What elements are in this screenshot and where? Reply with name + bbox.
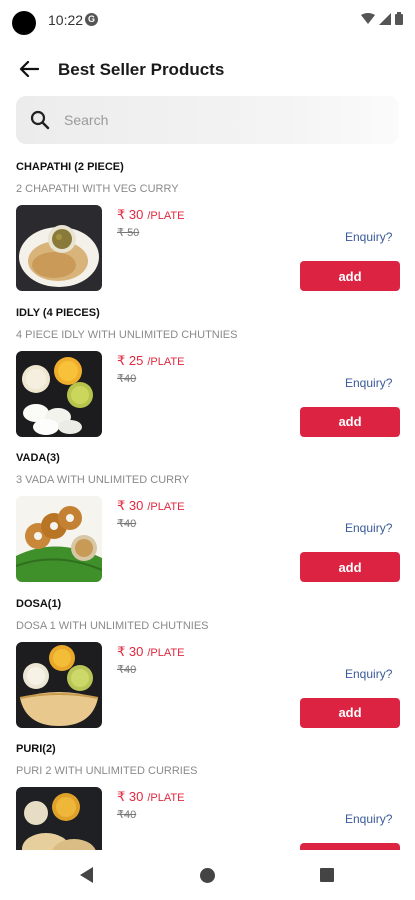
search-bar[interactable] bbox=[16, 96, 399, 144]
price-value: 30 bbox=[128, 789, 144, 804]
old-price: ₹ 50 bbox=[117, 227, 140, 239]
price: ₹ 30/PLATE bbox=[117, 498, 185, 513]
navigation-bar bbox=[0, 850, 415, 900]
price-unit: /PLATE bbox=[147, 792, 185, 804]
product-name: VADA(3) bbox=[16, 452, 60, 464]
enquiry-link[interactable]: Enquiry? bbox=[345, 521, 392, 535]
search-icon bbox=[30, 110, 50, 130]
product-image[interactable] bbox=[16, 787, 102, 850]
product-item: VADA(3) 3 VADA WITH UNLIMITED CURRY ₹ 30… bbox=[0, 448, 415, 594]
status-bar: 10:22 G bbox=[0, 0, 415, 40]
signal-icon bbox=[379, 12, 391, 25]
price-unit: /PLATE bbox=[147, 210, 185, 222]
puri-image bbox=[16, 787, 102, 850]
old-price: ₹40 bbox=[117, 663, 137, 676]
camera-cutout bbox=[12, 11, 36, 35]
old-price: ₹40 bbox=[117, 518, 137, 530]
product-image[interactable] bbox=[16, 205, 102, 291]
enquiry-link[interactable]: Enquiry? bbox=[345, 376, 392, 390]
price-unit: /PLATE bbox=[147, 355, 185, 368]
old-price: ₹40 bbox=[117, 372, 137, 385]
product-item: IDLY (4 PIECES) 4 PIECE IDLY WITH UNLIMI… bbox=[0, 303, 415, 449]
product-description: 3 VADA WITH UNLIMITED CURRY bbox=[16, 474, 190, 486]
price: ₹ 30/PLATE bbox=[117, 789, 185, 804]
price-value: 25 bbox=[128, 352, 144, 368]
enquiry-link[interactable]: Enquiry? bbox=[345, 812, 392, 826]
enquiry-link[interactable]: Enquiry? bbox=[345, 667, 392, 681]
add-button[interactable]: add bbox=[300, 552, 400, 582]
product-description: 2 CHAPATHI WITH VEG CURRY bbox=[16, 183, 179, 195]
product-description: DOSA 1 WITH UNLIMITED CHUTNIES bbox=[16, 619, 209, 632]
price-value: 30 bbox=[128, 498, 144, 513]
product-item: CHAPATHI (2 PIECE) 2 CHAPATHI WITH VEG C… bbox=[0, 157, 415, 303]
enquiry-link[interactable]: Enquiry? bbox=[345, 230, 392, 244]
product-list: CHAPATHI (2 PIECE) 2 CHAPATHI WITH VEG C… bbox=[0, 157, 415, 850]
price: ₹ 30/PLATE bbox=[117, 207, 185, 222]
old-price: ₹40 bbox=[117, 809, 137, 821]
add-button[interactable]: add bbox=[300, 697, 400, 728]
product-name: DOSA(1) bbox=[16, 597, 62, 610]
google-icon: G bbox=[85, 13, 98, 26]
search-input[interactable] bbox=[64, 96, 384, 144]
arrow-left-icon bbox=[19, 61, 39, 77]
nav-back-icon[interactable] bbox=[80, 867, 94, 883]
status-icons bbox=[361, 12, 403, 25]
nav-recents-icon[interactable] bbox=[320, 868, 334, 882]
price: ₹ 25/PLATE bbox=[117, 352, 185, 368]
product-name: CHAPATHI (2 PIECE) bbox=[16, 161, 124, 173]
nav-home-icon[interactable] bbox=[200, 868, 215, 883]
price-unit: /PLATE bbox=[147, 501, 185, 513]
product-item: DOSA(1) DOSA 1 WITH UNLIMITED CHUTNIES ₹… bbox=[0, 594, 415, 740]
idly-image bbox=[16, 350, 102, 437]
price-unit: /PLATE bbox=[147, 646, 185, 659]
product-description: PURI 2 WITH UNLIMITED CURRIES bbox=[16, 765, 198, 777]
wifi-icon bbox=[361, 12, 375, 24]
add-button[interactable]: add bbox=[300, 406, 400, 437]
add-button[interactable]: add bbox=[300, 843, 400, 850]
status-time: 10:22 bbox=[48, 12, 84, 28]
product-name: PURI(2) bbox=[16, 743, 56, 755]
app-bar: Best Seller Products bbox=[0, 44, 415, 94]
product-image[interactable] bbox=[16, 496, 102, 582]
add-button[interactable]: add bbox=[300, 261, 400, 291]
back-button[interactable] bbox=[14, 54, 44, 84]
battery-icon bbox=[395, 12, 403, 25]
dosa-image bbox=[16, 641, 102, 728]
product-description: 4 PIECE IDLY WITH UNLIMITED CHUTNIES bbox=[16, 328, 238, 341]
price-value: 30 bbox=[128, 207, 144, 222]
price: ₹ 30/PLATE bbox=[117, 643, 185, 659]
product-image[interactable] bbox=[16, 641, 102, 728]
product-image[interactable] bbox=[16, 350, 102, 437]
product-name: IDLY (4 PIECES) bbox=[16, 306, 100, 319]
chapathi-image bbox=[16, 205, 102, 291]
product-item: PURI(2) PURI 2 WITH UNLIMITED CURRIES ₹ … bbox=[0, 739, 415, 850]
page-title: Best Seller Products bbox=[58, 60, 225, 79]
price-value: 30 bbox=[128, 643, 144, 659]
vada-image bbox=[16, 496, 102, 582]
